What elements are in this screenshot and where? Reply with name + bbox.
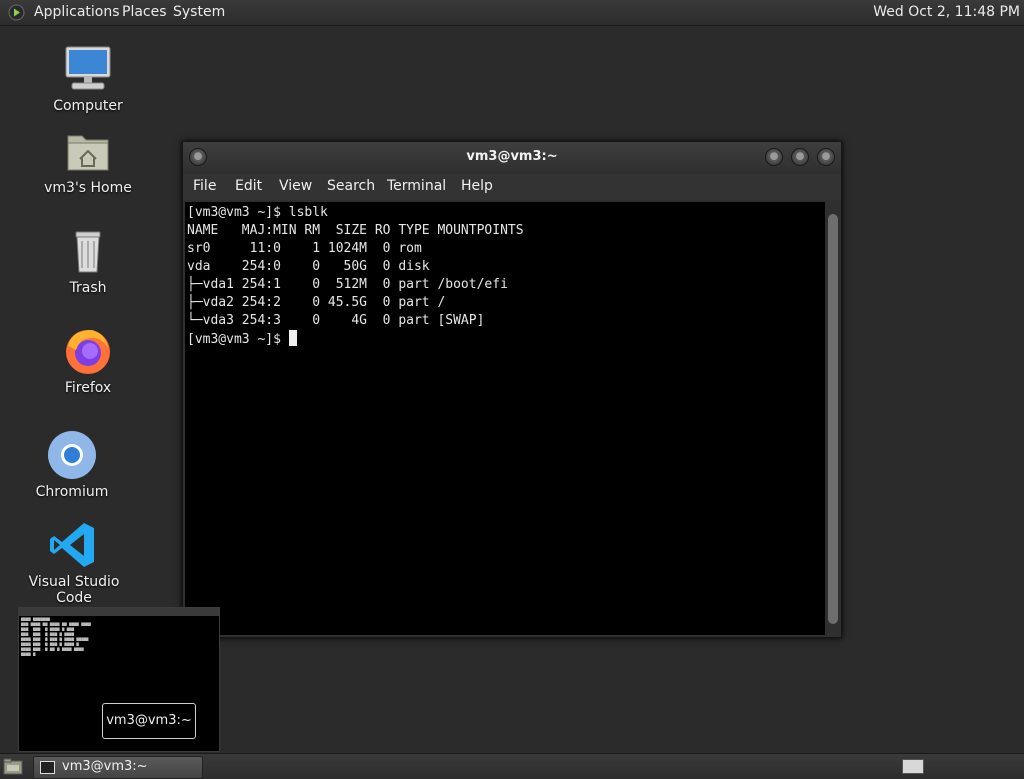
top-panel: Applications Places System Wed Oct 2, 11…: [0, 0, 1024, 26]
workspace-switcher-icon[interactable]: [902, 759, 924, 774]
terminal-menubar: File Edit View Search Terminal Help: [183, 174, 841, 200]
desktop-icon-computer[interactable]: Computer: [33, 44, 143, 114]
title-bar[interactable]: vm3@vm3:~: [183, 142, 841, 172]
desktop-icon-firefox[interactable]: Firefox: [33, 326, 143, 396]
window-preview[interactable]: ▆▆▆▆ ▆▆▆▆▆▆▆ ▆▆▆ ▆▆▆▆ ▆▆ ▆▆▆▆ ▆▆ ▆▆▆▆ ▆▆…: [18, 607, 220, 752]
show-desktop-icon[interactable]: [3, 758, 23, 775]
text-cursor: [288, 330, 297, 346]
preview-window-label: vm3@vm3:~: [102, 703, 196, 739]
firefox-icon: [66, 330, 110, 374]
vscode-icon: [50, 523, 94, 567]
desktop-icon-label: Firefox: [64, 380, 112, 396]
menu-view[interactable]: View: [279, 178, 312, 194]
minimize-button[interactable]: [765, 148, 783, 166]
computer-icon: [65, 46, 111, 90]
home-folder-icon: [67, 135, 109, 171]
desktop-icon-chromium[interactable]: Chromium: [17, 430, 127, 500]
taskbar-button-terminal[interactable]: vm3@vm3:~: [33, 756, 203, 779]
terminal-window[interactable]: vm3@vm3:~ File Edit View Search Terminal…: [182, 141, 842, 638]
desktop-icon-vscode[interactable]: Visual Studio Code: [10, 520, 138, 606]
preview-menubar: [19, 608, 219, 616]
desktop-icon-trash[interactable]: Trash: [33, 226, 143, 296]
terminal-line: [vm3@vm3 ~]$ lsblk: [187, 205, 328, 220]
applications-menu-icon[interactable]: [8, 4, 25, 21]
applications-menu[interactable]: Applications: [34, 4, 120, 20]
terminal-line: sr0 11:0 1 1024M 0 rom: [187, 241, 422, 256]
menu-search[interactable]: Search: [327, 178, 375, 194]
terminal-line: └─vda3 254:3 0 4G 0 part [SWAP]: [187, 313, 485, 328]
terminal-output[interactable]: [vm3@vm3 ~]$ lsblk NAME MAJ:MIN RM SIZE R…: [185, 202, 825, 635]
terminal-line: vda 254:0 0 50G 0 disk: [187, 259, 430, 274]
close-button[interactable]: [817, 148, 835, 166]
places-menu[interactable]: Places: [122, 4, 167, 20]
menu-terminal[interactable]: Terminal: [387, 178, 446, 194]
desktop-icon-label: Chromium: [35, 484, 109, 500]
preview-terminal-content: ▆▆▆▆ ▆▆▆▆▆▆▆ ▆▆▆ ▆▆▆▆ ▆▆ ▆▆▆▆ ▆▆ ▆▆▆▆ ▆▆…: [21, 616, 91, 656]
system-menu[interactable]: System: [173, 4, 225, 20]
terminal-line: ├─vda2 254:2 0 45.5G 0 part /: [187, 295, 446, 310]
trash-icon: [75, 231, 101, 273]
scrollbar-thumb[interactable]: [828, 214, 838, 624]
desktop-icon-label: Computer: [53, 98, 123, 114]
terminal-line: NAME MAJ:MIN RM SIZE RO TYPE MOUNTPOINTS: [187, 223, 524, 238]
clock[interactable]: Wed Oct 2, 11:48 PM: [873, 4, 1020, 20]
menu-edit[interactable]: Edit: [235, 178, 262, 194]
desktop-icon-label: Trash: [69, 280, 107, 296]
chromium-icon: [48, 431, 96, 479]
terminal-line: ├─vda1 254:1 0 512M 0 part /boot/efi: [187, 277, 508, 292]
desktop-icon-home[interactable]: vm3's Home: [33, 126, 143, 196]
terminal-prompt-line: [vm3@vm3 ~]$: [187, 330, 825, 349]
terminal-prompt: [vm3@vm3 ~]$: [187, 332, 289, 347]
desktop-icon-label: Visual Studio Code: [28, 574, 120, 606]
menu-help[interactable]: Help: [461, 178, 493, 194]
scrollbar[interactable]: [826, 202, 840, 635]
taskbar-button-label: vm3@vm3:~: [62, 759, 148, 774]
window-title: vm3@vm3:~: [466, 149, 558, 164]
bottom-panel: vm3@vm3:~: [0, 753, 1024, 779]
maximize-button[interactable]: [791, 148, 809, 166]
desktop-icon-label: vm3's Home: [44, 180, 132, 196]
menu-file[interactable]: File: [193, 178, 216, 194]
terminal-icon: [40, 761, 55, 774]
